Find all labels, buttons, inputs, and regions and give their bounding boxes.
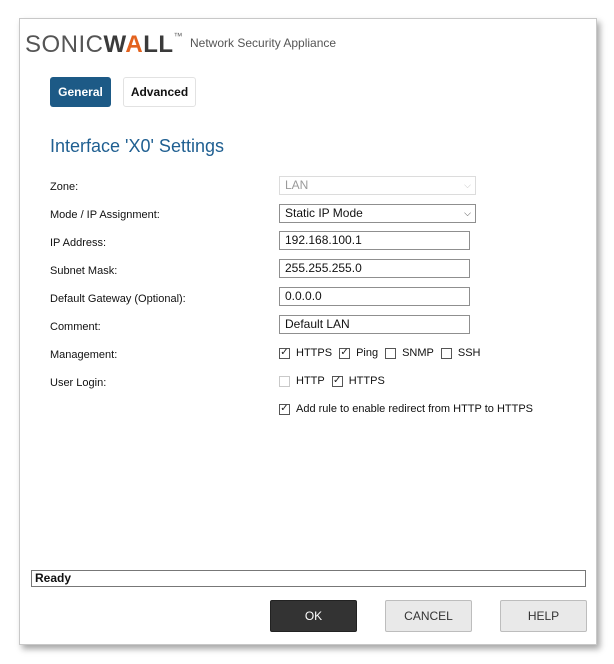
logo-trademark: ™ (173, 31, 184, 41)
check-icon: ✓ (340, 347, 349, 358)
product-name: Network Security Appliance (190, 36, 337, 50)
management-snmp-label: SNMP (402, 347, 434, 359)
mode-label: Mode / IP Assignment: (50, 209, 160, 221)
check-icon: ✓ (280, 347, 289, 358)
sonicwall-logo: SONICWALL™ (25, 31, 183, 59)
management-label: Management: (50, 349, 118, 361)
help-button[interactable]: HELP (500, 600, 587, 632)
management-ssh-label: SSH (457, 347, 481, 359)
interface-settings-dialog: SONICWALL™ Network Security Appliance Ge… (19, 18, 597, 645)
management-ping-checkbox[interactable]: ✓ (339, 347, 351, 359)
cancel-button[interactable]: CANCEL (385, 600, 472, 632)
ip-address-label: IP Address: (50, 237, 107, 249)
logo-text-w: W (103, 31, 126, 58)
logo-text-a: A (125, 31, 144, 58)
tab-general[interactable]: General (50, 77, 111, 107)
check-icon: ✓ (280, 403, 289, 414)
zone-label: Zone: (50, 181, 79, 193)
management-https-checkbox[interactable]: ✓ (279, 347, 290, 359)
user-login-https-label: HTTPS (348, 375, 385, 387)
mode-select[interactable]: Static IP Mode ⌵ (279, 204, 476, 223)
management-ping-label: Ping (356, 347, 379, 359)
check-icon: ✓ (333, 375, 342, 386)
user-login-label: User Login: (50, 377, 107, 389)
user-login-http-label: HTTP (296, 375, 325, 387)
comment-input[interactable]: Default LAN (279, 315, 470, 334)
logo-text-sonic: SONIC (25, 31, 104, 58)
redirect-checkbox[interactable]: ✓ (279, 403, 290, 415)
logo-text-ll: LL (143, 31, 174, 58)
management-https-label: HTTPS (296, 347, 333, 359)
ip-address-input[interactable]: 192.168.100.1 (279, 231, 470, 250)
user-login-options: HTTP ✓ HTTPS (279, 375, 392, 387)
management-options: ✓ HTTPS ✓ Ping SNMP SSH (279, 347, 488, 359)
redirect-option: ✓ Add rule to enable redirect from HTTP … (279, 403, 540, 415)
gateway-input[interactable]: 0.0.0.0 (279, 287, 470, 306)
user-login-http-checkbox (279, 375, 290, 387)
section-title: Interface 'X0' Settings (50, 136, 224, 156)
status-bar: Ready (31, 570, 586, 587)
tab-advanced[interactable]: Advanced (123, 77, 196, 107)
gateway-label: Default Gateway (Optional): (50, 293, 186, 305)
ok-button[interactable]: OK (270, 600, 357, 632)
chevron-down-icon: ⌵ (464, 208, 471, 218)
chevron-down-icon: ⌵ (464, 180, 471, 190)
user-login-https-checkbox[interactable]: ✓ (331, 375, 343, 387)
zone-select: LAN ⌵ (279, 176, 476, 195)
management-snmp-checkbox[interactable] (385, 347, 397, 359)
management-ssh-checkbox[interactable] (440, 347, 452, 359)
redirect-label: Add rule to enable redirect from HTTP to… (296, 403, 533, 415)
comment-label: Comment: (50, 321, 101, 333)
subnet-mask-input[interactable]: 255.255.255.0 (279, 259, 470, 278)
zone-value: LAN (285, 178, 309, 192)
subnet-mask-label: Subnet Mask: (50, 265, 118, 277)
mode-value: Static IP Mode (285, 206, 363, 220)
